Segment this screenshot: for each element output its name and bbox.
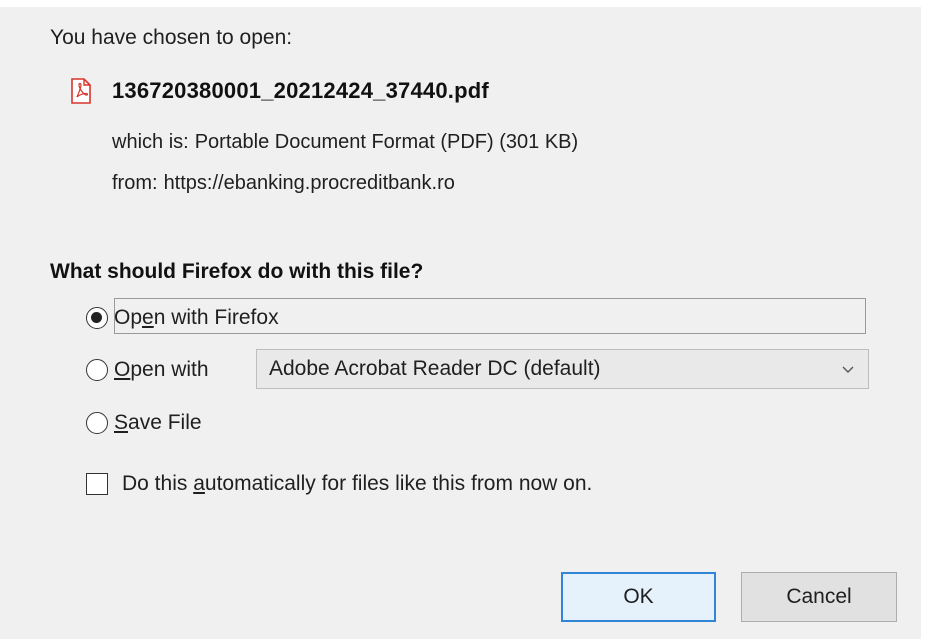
cancel-button[interactable]: Cancel	[741, 572, 897, 622]
open-with-firefox-label[interactable]: Open with Firefox	[114, 306, 279, 330]
chevron-down-icon[interactable]	[840, 359, 856, 375]
window-edge-top	[0, 0, 925, 7]
action-question: What should Firefox do with this file?	[50, 260, 424, 283]
file-row: 136720380001_20212424_37440.pdf	[70, 78, 489, 104]
auto-action-row[interactable]: Do this automatically for files like thi…	[86, 472, 592, 496]
window-edge-right	[921, 0, 925, 639]
auto-action-checkbox[interactable]	[86, 473, 108, 495]
file-type-row: which is: Portable Document Format (PDF) …	[112, 131, 578, 154]
open-file-dialog: You have chosen to open: 136720380001_20…	[0, 0, 925, 639]
save-file-option[interactable]: Save File	[86, 411, 202, 435]
auto-action-label[interactable]: Do this automatically for files like thi…	[122, 472, 592, 496]
file-source-value: https://ebanking.procreditbank.ro	[163, 172, 455, 194]
file-type-value: Portable Document Format (PDF) (301 KB)	[194, 131, 579, 153]
file-source-row: from: https://ebanking.procreditbank.ro	[112, 172, 455, 195]
file-name: 136720380001_20212424_37440.pdf	[112, 78, 489, 103]
file-source-label: from:	[112, 172, 158, 194]
file-type-label: which is:	[112, 131, 189, 153]
application-select-value: Adobe Acrobat Reader DC (default)	[269, 357, 601, 380]
application-select[interactable]: Adobe Acrobat Reader DC (default)	[256, 349, 869, 389]
open-with-option[interactable]: Open with	[86, 358, 209, 382]
save-file-radio[interactable]	[86, 412, 108, 434]
ok-button[interactable]: OK	[561, 572, 716, 622]
open-with-firefox-radio[interactable]	[86, 307, 108, 329]
open-with-radio[interactable]	[86, 359, 108, 381]
save-file-label[interactable]: Save File	[114, 411, 202, 435]
open-with-firefox-option[interactable]: Open with Firefox	[86, 298, 866, 334]
open-with-label[interactable]: Open with	[114, 358, 209, 382]
intro-text: You have chosen to open:	[50, 26, 293, 49]
pdf-file-icon	[70, 78, 92, 104]
